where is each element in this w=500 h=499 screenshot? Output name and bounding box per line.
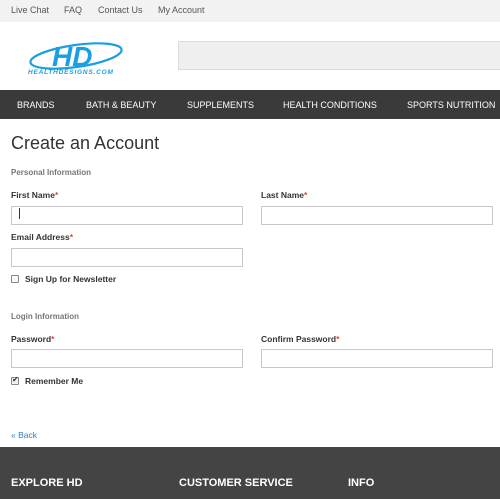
last-name-label: Last Name* (261, 190, 308, 200)
main-nav: BRANDS BATH & BEAUTY SUPPLEMENTS HEALTH … (0, 90, 500, 119)
required-mark: * (304, 190, 308, 200)
page-title: Create an Account (11, 133, 160, 153)
site-header: HD HEALTHDESIGNS.COM (0, 22, 500, 90)
search-input[interactable] (178, 41, 500, 70)
login-info-heading: Login Information (11, 312, 79, 321)
my-account-link[interactable]: My Account (158, 5, 205, 15)
required-mark: * (69, 232, 74, 242)
top-utility-bar: Live Chat FAQ Contact Us My Account (0, 0, 500, 22)
text-caret (19, 208, 20, 219)
confirm-password-field[interactable] (261, 349, 493, 368)
newsletter-label[interactable]: Sign Up for Newsletter (25, 274, 116, 284)
nav-item-health-conditions[interactable]: HEALTH CONDITIONS (283, 100, 377, 110)
faq-link[interactable]: FAQ (64, 5, 82, 15)
password-label: Password* (11, 334, 55, 344)
nav-item-sports-nutrition[interactable]: SPORTS NUTRITION (407, 100, 495, 110)
required-mark: * (51, 334, 55, 344)
footer-heading-info: INFO (348, 477, 375, 489)
footer-heading-customer-service: CUSTOMER SERVICE (179, 477, 293, 489)
remember-me-checkbox[interactable]: ✔ (11, 375, 19, 385)
nav-item-bath-beauty[interactable]: BATH & BEAUTY (86, 100, 156, 110)
password-field[interactable] (11, 349, 243, 368)
checkmark-icon: ✔ (12, 375, 19, 384)
email-field[interactable] (11, 248, 243, 267)
confirm-password-label: Confirm Password* (261, 334, 340, 344)
personal-info-heading: Personal Information (11, 168, 92, 177)
contact-us-link[interactable]: Contact Us (98, 5, 143, 15)
newsletter-checkbox[interactable] (11, 275, 19, 283)
footer-heading-explore-hd: EXPLORE HD (11, 477, 83, 489)
logo-letters: HD (52, 41, 92, 72)
first-name-label: First Name* (11, 190, 59, 200)
email-label: Email Address* (11, 232, 74, 242)
nav-item-supplements[interactable]: SUPPLEMENTS (187, 100, 254, 110)
live-chat-link[interactable]: Live Chat (11, 5, 49, 15)
required-mark: * (54, 190, 59, 200)
logo-wordmark: HEALTHDESIGNS.COM (28, 69, 114, 76)
last-name-field[interactable] (261, 206, 493, 225)
first-name-field[interactable] (11, 206, 243, 225)
required-mark: * (336, 334, 340, 344)
back-link[interactable]: « Back (11, 430, 37, 440)
nav-item-brands[interactable]: BRANDS (17, 100, 55, 110)
site-footer: EXPLORE HD CUSTOMER SERVICE INFO (0, 447, 500, 499)
remember-me-label[interactable]: Remember Me (25, 376, 83, 386)
